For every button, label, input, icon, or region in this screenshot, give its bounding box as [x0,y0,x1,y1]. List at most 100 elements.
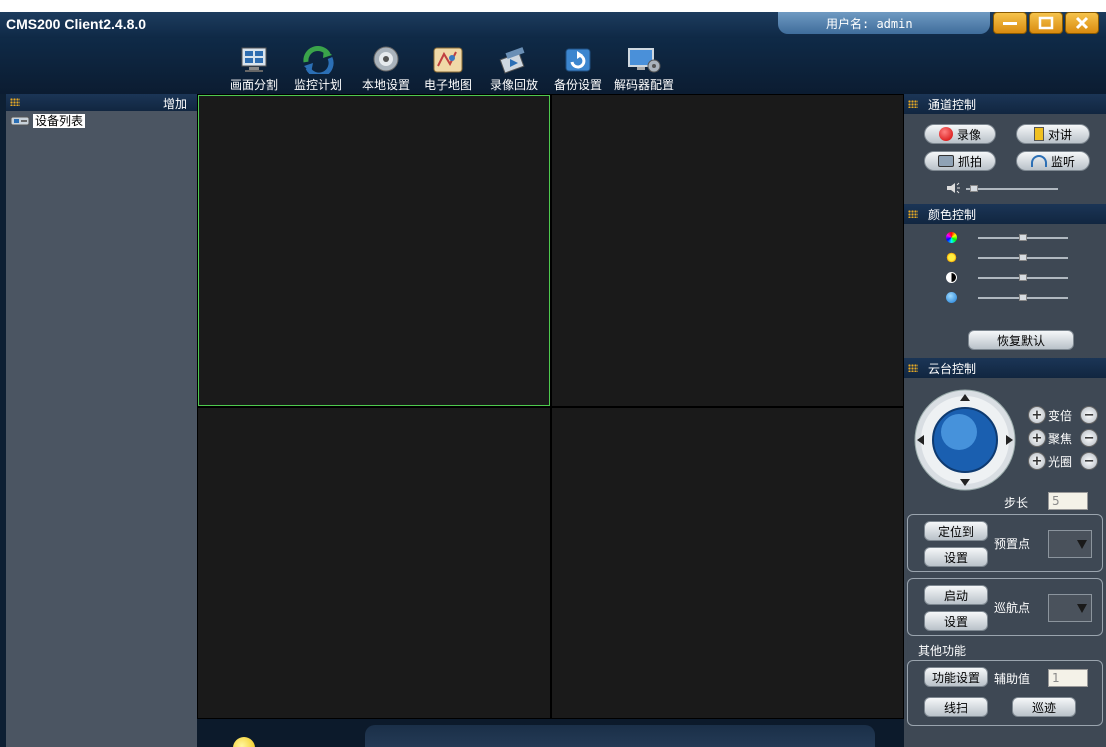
grip-icon [908,100,918,108]
section-title: 云台控制 [928,362,977,376]
brightness-slider[interactable] [978,254,1068,261]
volume-slider[interactable] [966,185,1058,192]
hue-slider[interactable] [978,234,1068,241]
toolbar-local-settings[interactable]: 本地设置 [362,42,410,93]
grip-icon [908,210,918,218]
local-settings-gear-icon [373,46,399,72]
chevron-down-icon [1077,604,1087,613]
device-list-root[interactable]: 设备列表 [10,114,86,128]
close-button[interactable] [1065,12,1099,34]
section-title: 通道控制 [928,98,977,112]
line-scan-button[interactable]: 线扫 [924,697,988,717]
talk-button[interactable]: 对讲 [1016,124,1090,144]
other-functions-title: 其他功能 [918,644,967,658]
focus-in-button[interactable]: + [1028,429,1046,447]
toolbar-backup[interactable]: 备份设置 [554,42,602,93]
focus-out-button[interactable]: − [1080,429,1099,447]
video-cell-2[interactable] [552,95,903,406]
cruise-label: 巡航点 [994,601,1031,615]
listen-button[interactable]: 监听 [1016,151,1090,171]
window-controls [993,12,1099,36]
line-scan-label: 线扫 [943,700,968,715]
toolbar-playback[interactable]: 录像回放 [490,42,538,93]
user-name-display: 用户名: admin [778,12,990,34]
device-list-label: 设备列表 [33,114,86,128]
toolbar-label: 备份设置 [554,78,603,92]
iris-open-button[interactable]: + [1028,452,1046,470]
video-cell-1[interactable] [198,95,550,406]
device-panel: 增加 设备列表 [6,94,197,747]
channel-control-header: 通道控制 [904,94,1106,114]
main-toolbar: 画面分割 监控计划 本地设置 电子地图 录像回放 备份设置 解码器配置 [0,38,1106,94]
track-button[interactable]: 巡迹 [1012,697,1076,717]
minimize-button[interactable] [993,12,1027,34]
reset-default-label: 恢复默认 [996,333,1045,348]
record-button[interactable]: 录像 [924,124,996,144]
toolbar-label: 画面分割 [230,78,279,92]
set-cruise-button[interactable]: 设置 [924,611,988,631]
maximize-icon [1038,16,1054,30]
step-input[interactable]: 5 [1048,492,1088,510]
control-panel: 通道控制 录像 对讲 抓拍 监听 颜色控制 恢复默认 云台控制 + 变倍 − +… [904,94,1106,747]
iris-close-button[interactable]: − [1080,452,1099,470]
hue-slider-thumb[interactable] [1019,234,1027,241]
alarm-bulb-icon[interactable] [233,737,255,747]
camera-icon [937,155,954,167]
section-title: 颜色控制 [928,208,977,222]
set-preset-button[interactable]: 设置 [924,547,988,567]
aux-value-input[interactable]: 1 [1048,669,1088,687]
zoom-row: + 变倍 − [1028,406,1099,424]
volume-icon [947,182,960,194]
volume-slider-thumb[interactable] [970,185,978,192]
focus-row: + 聚焦 − [1028,429,1099,447]
talk-label: 对讲 [1047,127,1072,142]
toolbar-label: 解码器配置 [614,78,675,92]
record-icon [938,127,953,141]
function-settings-label: 功能设置 [931,670,980,685]
video-cell-3[interactable] [198,408,550,718]
step-label: 步长 [1004,496,1029,510]
start-cruise-button[interactable]: 启动 [924,585,988,605]
saturation-slider[interactable] [978,294,1068,301]
goto-preset-button[interactable]: 定位到 [924,521,988,541]
toolbar-label: 电子地图 [424,78,473,92]
device-tree-icon [10,116,30,126]
preset-label: 预置点 [994,537,1031,551]
brightness-icon [946,252,957,263]
toolbar-label: 监控计划 [294,78,343,92]
contrast-slider-thumb[interactable] [1019,274,1027,281]
toolbar-label: 录像回放 [490,78,539,92]
preset-dropdown[interactable] [1048,530,1092,558]
set-preset-label: 设置 [943,550,968,565]
contrast-slider[interactable] [978,274,1068,281]
toolbar-decoder-config[interactable]: 解码器配置 [614,42,674,93]
status-bar [365,725,875,747]
toolbar-screen-split[interactable]: 画面分割 [230,42,278,93]
cruise-dropdown[interactable] [1048,594,1092,622]
toolbar-e-map[interactable]: 电子地图 [424,42,472,93]
function-settings-button[interactable]: 功能设置 [924,667,988,687]
track-label: 巡迹 [1031,700,1056,715]
ptz-joystick[interactable] [908,388,1022,492]
video-cell-4[interactable] [552,408,903,718]
color-control-header: 颜色控制 [904,204,1106,224]
goto-preset-label: 定位到 [937,524,974,539]
app-window: CMS200 Client2.4.8.0 用户名: admin 画面分割 监控计… [0,12,1106,747]
zoom-in-button[interactable]: + [1028,406,1046,424]
zoom-out-button[interactable]: − [1080,406,1099,424]
snapshot-button[interactable]: 抓拍 [924,151,996,171]
device-panel-header: 增加 [6,94,197,111]
chevron-down-icon [1077,540,1087,549]
hue-icon [946,232,957,243]
iris-row: + 光圈 − [1028,452,1099,470]
brightness-slider-thumb[interactable] [1019,254,1027,261]
maximize-button[interactable] [1029,12,1063,34]
ptz-control-header: 云台控制 [904,358,1106,378]
toolbar-monitor-plan[interactable]: 监控计划 [294,42,342,93]
saturation-slider-thumb[interactable] [1019,294,1027,301]
iris-label: 光圈 [1048,454,1073,469]
add-device-button[interactable]: 增加 [163,95,187,112]
backup-icon [565,48,591,72]
contrast-icon [946,272,957,283]
reset-default-button[interactable]: 恢复默认 [968,330,1074,350]
